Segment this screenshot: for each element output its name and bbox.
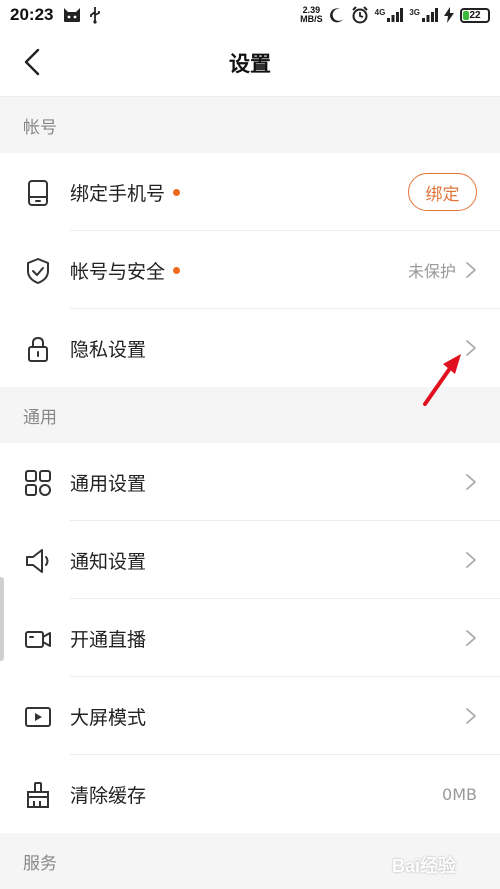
chevron-right-icon [466, 340, 476, 356]
page-title: 设置 [229, 52, 271, 76]
battery-fill [463, 10, 469, 20]
cat-notification-icon [64, 8, 81, 22]
edge-drag-handle[interactable] [0, 577, 4, 661]
battery-indicator: 22 [460, 7, 490, 23]
signal-bars-icon [387, 8, 404, 22]
chevron-left-icon [24, 48, 40, 76]
big-screen-mode-label: 大屏模式 [70, 706, 147, 729]
bind-phone-row[interactable]: 绑定手机号 绑定 [0, 153, 500, 231]
general-settings-row[interactable]: 通用设置 [0, 443, 500, 521]
big-screen-mode-row[interactable]: 大屏模式 [0, 677, 500, 755]
chevron-right-icon [466, 630, 476, 646]
privacy-settings-label: 隐私设置 [70, 338, 147, 361]
notification-settings-row[interactable]: 通知设置 [0, 521, 500, 599]
shield-icon [27, 258, 49, 284]
bind-button[interactable]: 绑定 [408, 173, 477, 211]
bind-phone-label: 绑定手机号 [70, 182, 166, 205]
account-security-label: 帐号与安全 [70, 260, 166, 283]
clear-cache-label: 清除缓存 [70, 784, 147, 807]
live-stream-label: 开通直播 [70, 628, 147, 651]
notification-dot [173, 266, 181, 274]
status-bar: 20:23 2.39 MB/S 4G 3G 22 [0, 0, 500, 30]
chevron-right-icon [466, 262, 476, 278]
lock-icon [28, 336, 48, 362]
annotation-arrow-icon [423, 354, 461, 406]
phone-icon [28, 180, 48, 206]
usb-icon [90, 7, 101, 24]
security-status-value: 未保护 [407, 262, 456, 281]
live-stream-row[interactable]: 开通直播 [0, 599, 500, 677]
signal-3g: 3G [409, 8, 438, 22]
section-header-account: 帐号 [0, 98, 500, 153]
baidu-jingyan-watermark: Bai经验 [391, 856, 456, 876]
notification-settings-label: 通知设置 [70, 550, 147, 573]
chevron-right-icon [466, 708, 476, 724]
charging-bolt-icon [444, 7, 454, 23]
video-camera-icon [25, 631, 51, 648]
speaker-icon [26, 549, 49, 573]
moon-icon [329, 8, 343, 23]
grid-icon [25, 470, 51, 496]
chevron-right-icon [466, 474, 476, 490]
signal-4g: 4G [375, 8, 404, 22]
cache-size-value: 0MB [442, 784, 477, 804]
account-security-row[interactable]: 帐号与安全 未保护 [0, 231, 500, 309]
clear-cache-row[interactable]: 清除缓存 0MB [0, 755, 500, 833]
signal-bars-icon [422, 8, 438, 22]
back-button[interactable] [14, 44, 50, 80]
notification-dot [173, 188, 181, 196]
status-time: 20:23 [10, 5, 54, 24]
chevron-right-icon [466, 552, 476, 568]
general-settings-label: 通用设置 [70, 472, 147, 495]
play-screen-icon [25, 707, 51, 727]
broom-icon [27, 782, 49, 808]
navigation-bar: 设置 [0, 30, 500, 97]
alarm-icon [351, 6, 368, 24]
network-speed: 2.39 MB/S [300, 5, 323, 24]
